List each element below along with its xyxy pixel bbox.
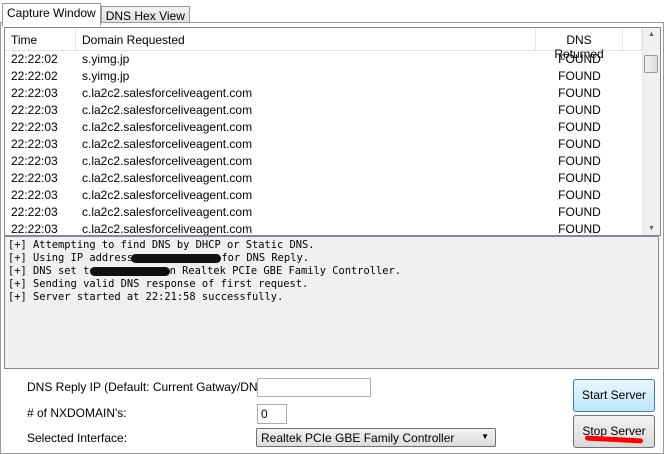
log-line: [+] Sending valid DNS response of first … xyxy=(8,278,309,290)
cell-time: 22:22:03 xyxy=(11,205,58,219)
scroll-up-icon[interactable]: ▲ xyxy=(648,31,655,38)
stop-server-button[interactable]: Stop Server xyxy=(573,415,655,448)
scroll-down-icon[interactable]: ▼ xyxy=(648,225,655,232)
log-line: [+] Using IP address for DNS Reply. xyxy=(8,252,655,265)
log-line: [+] DNS set to n Realtek PCIe GBE Family … xyxy=(8,265,655,278)
redaction-mark xyxy=(131,253,222,263)
table-row[interactable]: 22:22:03 c.la2c2.salesforceliveagent.com F… xyxy=(5,136,660,153)
cell-time: 22:22:03 xyxy=(11,188,58,202)
cell-dns-returned: FOUND xyxy=(558,205,601,219)
cell-domain: c.la2c2.salesforceliveagent.com xyxy=(82,103,253,117)
vertical-scrollbar[interactable]: ▲ ▼ xyxy=(642,28,660,235)
cell-dns-returned: FOUND xyxy=(558,171,601,185)
table-row[interactable]: 22:22:03 c.la2c2.salesforceliveagent.com F… xyxy=(5,187,660,204)
cell-time: 22:22:03 xyxy=(11,120,58,134)
cell-time: 22:22:03 xyxy=(11,222,58,236)
log-text: for DNS Reply. xyxy=(221,252,309,264)
start-server-button[interactable]: Start Server xyxy=(573,379,655,412)
cell-dns-returned: FOUND xyxy=(558,69,601,83)
table-row[interactable]: 22:22:02 s.yimg.jp FOUND xyxy=(5,68,660,85)
cell-domain: c.la2c2.salesforceliveagent.com xyxy=(82,222,253,236)
cell-domain: c.la2c2.salesforceliveagent.com xyxy=(82,205,253,219)
list-rows: 22:22:02 s.yimg.jp FOUND 22:22:02 s.yimg.jp F… xyxy=(5,51,660,236)
cell-domain: c.la2c2.salesforceliveagent.com xyxy=(82,137,253,151)
cell-dns-returned: FOUND xyxy=(558,120,601,134)
cell-dns-returned: FOUND xyxy=(558,188,601,202)
table-row[interactable]: 22:22:02 s.yimg.jp FOUND xyxy=(5,51,660,68)
cell-time: 22:22:03 xyxy=(11,137,58,151)
log-line: [+] Attempting to find DNS by DHCP or St… xyxy=(8,239,315,251)
log-line: [+] Server started at 22:21:58 successfu… xyxy=(8,291,284,303)
nxdomain-input[interactable] xyxy=(257,404,287,424)
dropdown-arrow-icon: ▼ xyxy=(481,432,489,441)
cell-domain: c.la2c2.salesforceliveagent.com xyxy=(82,188,253,202)
dns-reply-ip-input[interactable] xyxy=(257,378,371,397)
cell-domain: c.la2c2.salesforceliveagent.com xyxy=(82,120,253,134)
dns-request-list[interactable]: Time Domain Requested DNS Returned 22:22… xyxy=(4,27,661,236)
table-row[interactable]: 22:22:03 c.la2c2.salesforceliveagent.com F… xyxy=(5,153,660,170)
table-row[interactable]: 22:22:03 c.la2c2.salesforceliveagent.com F… xyxy=(5,102,660,119)
scroll-thumb[interactable] xyxy=(644,55,658,73)
cell-time: 22:22:03 xyxy=(11,103,58,117)
column-header-domain[interactable]: Domain Requested xyxy=(76,28,536,50)
cell-domain: c.la2c2.salesforceliveagent.com xyxy=(82,171,253,185)
cell-dns-returned: FOUND xyxy=(558,154,601,168)
tab-strip: Capture Window DNS Hex View xyxy=(2,3,190,26)
nxdomain-label: # of NXDOMAIN's: xyxy=(27,406,127,420)
table-row[interactable]: 22:22:03 c.la2c2.salesforceliveagent.com F… xyxy=(5,204,660,221)
cell-domain: c.la2c2.salesforceliveagent.com xyxy=(82,154,253,168)
list-header: Time Domain Requested DNS Returned xyxy=(5,28,660,61)
cell-dns-returned: FOUND xyxy=(558,137,601,151)
log-text: [+] Using IP address xyxy=(8,252,140,264)
tab-capture-window[interactable]: Capture Window xyxy=(2,3,101,26)
column-header-empty xyxy=(623,28,642,50)
table-row[interactable]: 22:22:03 c.la2c2.salesforceliveagent.com F… xyxy=(5,85,660,102)
log-output[interactable]: [+] Attempting to find DNS by DHCP or St… xyxy=(4,236,659,369)
table-row[interactable]: 22:22:03 c.la2c2.salesforceliveagent.com F… xyxy=(5,221,660,236)
cell-dns-returned: FOUND xyxy=(558,86,601,100)
cell-dns-returned: FOUND xyxy=(558,52,601,66)
cell-time: 22:22:03 xyxy=(11,86,58,100)
cell-domain: s.yimg.jp xyxy=(82,52,130,66)
interface-select[interactable]: Realtek PCIe GBE Family Controller ▼ xyxy=(256,428,496,447)
cell-domain: c.la2c2.salesforceliveagent.com xyxy=(82,86,253,100)
cell-time: 22:22:02 xyxy=(11,69,58,83)
redaction-mark xyxy=(89,266,170,276)
cell-time: 22:22:03 xyxy=(11,154,58,168)
table-row[interactable]: 22:22:03 c.la2c2.salesforceliveagent.com F… xyxy=(5,170,660,187)
cell-time: 22:22:03 xyxy=(11,171,58,185)
cell-domain: s.yimg.jp xyxy=(82,69,130,83)
dns-reply-ip-label: DNS Reply IP (Default: Current Gatway/DN… xyxy=(27,380,273,394)
log-text: n Realtek PCIe GBE Family Controller. xyxy=(169,265,402,277)
cell-time: 22:22:02 xyxy=(11,52,58,66)
table-row[interactable]: 22:22:03 c.la2c2.salesforceliveagent.com F… xyxy=(5,119,660,136)
column-header-dns-returned[interactable]: DNS Returned xyxy=(536,28,623,61)
cell-dns-returned: FOUND xyxy=(558,103,601,117)
column-header-time[interactable]: Time xyxy=(5,28,76,50)
log-text: [+] DNS set to xyxy=(8,265,96,277)
cell-dns-returned: FOUND xyxy=(558,222,601,236)
interface-select-value: Realtek PCIe GBE Family Controller xyxy=(261,431,455,445)
interface-label: Selected Interface: xyxy=(27,431,128,445)
